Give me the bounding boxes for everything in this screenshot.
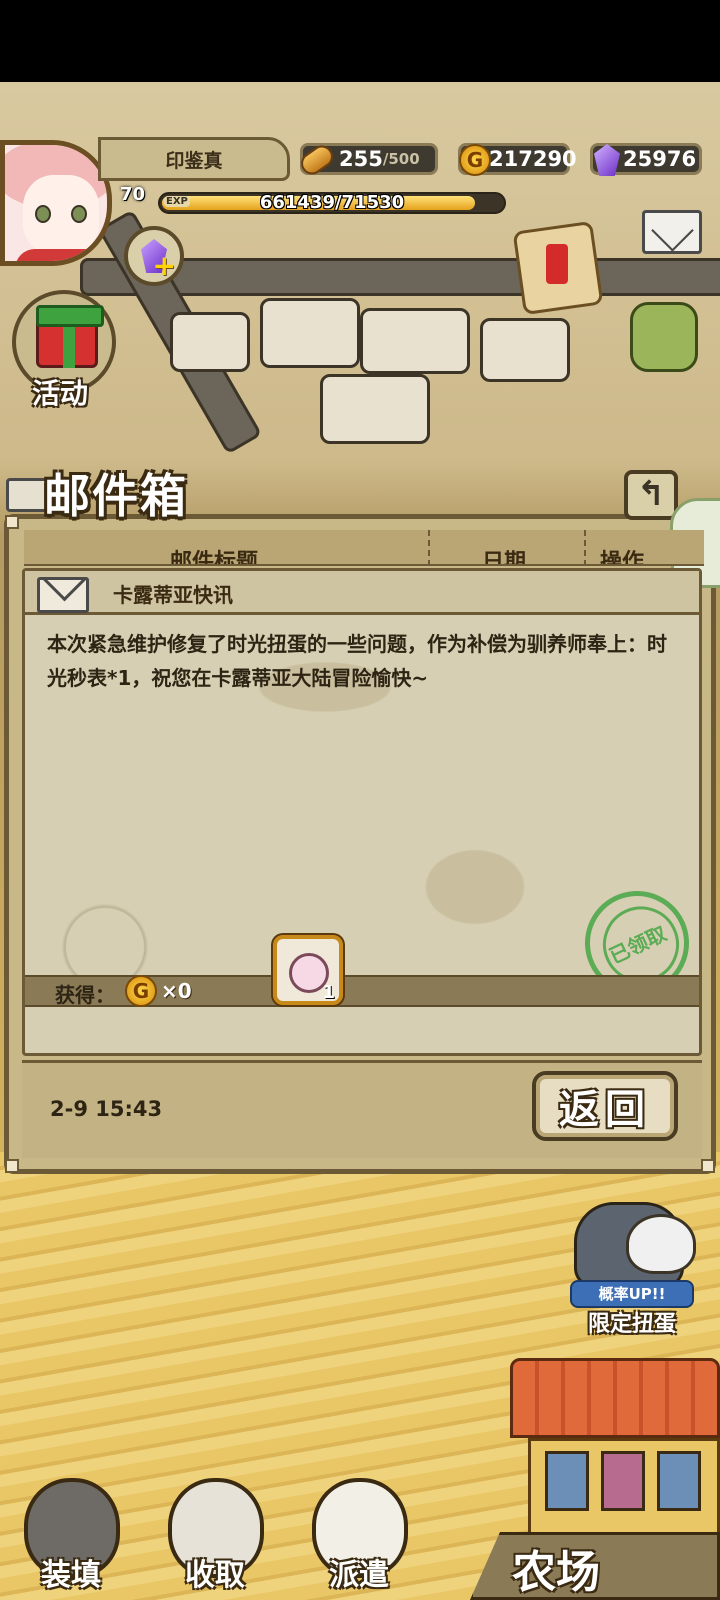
plus-icon: + xyxy=(152,249,176,282)
purple-gem-icon xyxy=(587,140,627,180)
mail-date: 2-9 15:43 xyxy=(50,1097,163,1121)
reward-item-count: 1 xyxy=(322,982,335,1003)
gold-value: 217290 xyxy=(489,147,577,171)
stamina-value: 255 xyxy=(339,147,383,171)
mail-detail: 卡露蒂亚快讯 本次紧急维护修复了时光扭蛋的一些问题，作为补偿为驯养师奉上：时光秒… xyxy=(22,568,707,1056)
mail-footer: 2-9 15:43 返回 xyxy=(22,1060,702,1158)
gem-value: 25976 xyxy=(623,147,697,171)
collect-label: 收取 xyxy=(185,1558,245,1593)
bread-icon xyxy=(296,140,338,180)
player-name: 印鉴真 xyxy=(98,137,290,181)
column-title: 邮件标题 xyxy=(170,550,259,566)
collect-button[interactable]: 收取 xyxy=(150,1474,280,1600)
stamp-text: 已领取 xyxy=(605,920,670,968)
exclamation-icon xyxy=(546,244,568,284)
mailbox-title: 邮件箱 xyxy=(44,469,188,523)
exp-bar: EXP 661439/71530 xyxy=(158,192,506,214)
wall-stone xyxy=(170,312,250,372)
gift-icon xyxy=(36,305,104,368)
gem-counter[interactable]: 25976 xyxy=(590,143,702,176)
backpack-icon xyxy=(630,302,698,372)
limited-gacha-button[interactable]: 概率UP!! 限定扭蛋 xyxy=(556,1196,704,1337)
reward-strip: 获得： G ×0 xyxy=(25,975,699,1007)
load-button[interactable]: 装填 xyxy=(6,1474,136,1600)
wall-stone xyxy=(320,374,430,444)
back-arrow-button[interactable]: ↰ xyxy=(624,470,678,520)
column-date: 日期 xyxy=(482,550,527,566)
farm-roof xyxy=(510,1358,720,1438)
farm-building[interactable] xyxy=(528,1438,720,1542)
quest-scroll-button[interactable] xyxy=(508,216,608,320)
farm-label[interactable]: 农场 xyxy=(512,1536,600,1600)
gold-counter[interactable]: G 217290 xyxy=(458,143,577,176)
player-level: 70 xyxy=(120,184,146,205)
reward-item-stopwatch[interactable]: 1 xyxy=(273,935,343,1005)
reward-label: 获得： xyxy=(55,983,115,1007)
stamina-max: /500 xyxy=(382,150,420,168)
status-bar xyxy=(0,0,720,82)
buy-gems-button[interactable]: + xyxy=(124,226,184,286)
reward-coin-count: ×0 xyxy=(161,979,192,1003)
dispatch-button[interactable]: 派遣 xyxy=(294,1474,424,1600)
exp-text: 661439/71530 xyxy=(259,192,405,213)
mail-subject: 卡露蒂亚快讯 xyxy=(113,583,233,607)
backpack-button[interactable] xyxy=(622,294,706,378)
mail-subject-row: 卡露蒂亚快讯 xyxy=(25,571,699,615)
gold-coin-icon: G xyxy=(455,140,495,180)
mail-table-header: 邮件标题 日期 操作 xyxy=(24,530,704,566)
rate-up-badge: 概率UP!! xyxy=(570,1280,694,1308)
mail-button[interactable] xyxy=(642,210,702,254)
stamina-counter[interactable]: 255/500 xyxy=(296,141,438,179)
column-action: 操作 xyxy=(600,550,645,566)
dispatch-label: 派遣 xyxy=(329,1558,389,1593)
wall-stone xyxy=(260,298,360,368)
wall-stone xyxy=(480,318,570,382)
wall-stone xyxy=(360,308,470,374)
mail-body: 本次紧急维护修复了时光扭蛋的一些问题，作为补偿为驯养师奉上：时光秒表*1，祝您在… xyxy=(47,632,667,690)
event-label: 活动 xyxy=(32,377,89,410)
envelope-icon xyxy=(37,577,89,613)
return-button[interactable]: 返回 xyxy=(532,1071,678,1141)
load-label: 装填 xyxy=(41,1558,101,1593)
gold-coin-icon: G xyxy=(125,975,157,1007)
player-avatar[interactable] xyxy=(0,140,112,266)
gacha-label: 限定扭蛋 xyxy=(587,1312,676,1337)
